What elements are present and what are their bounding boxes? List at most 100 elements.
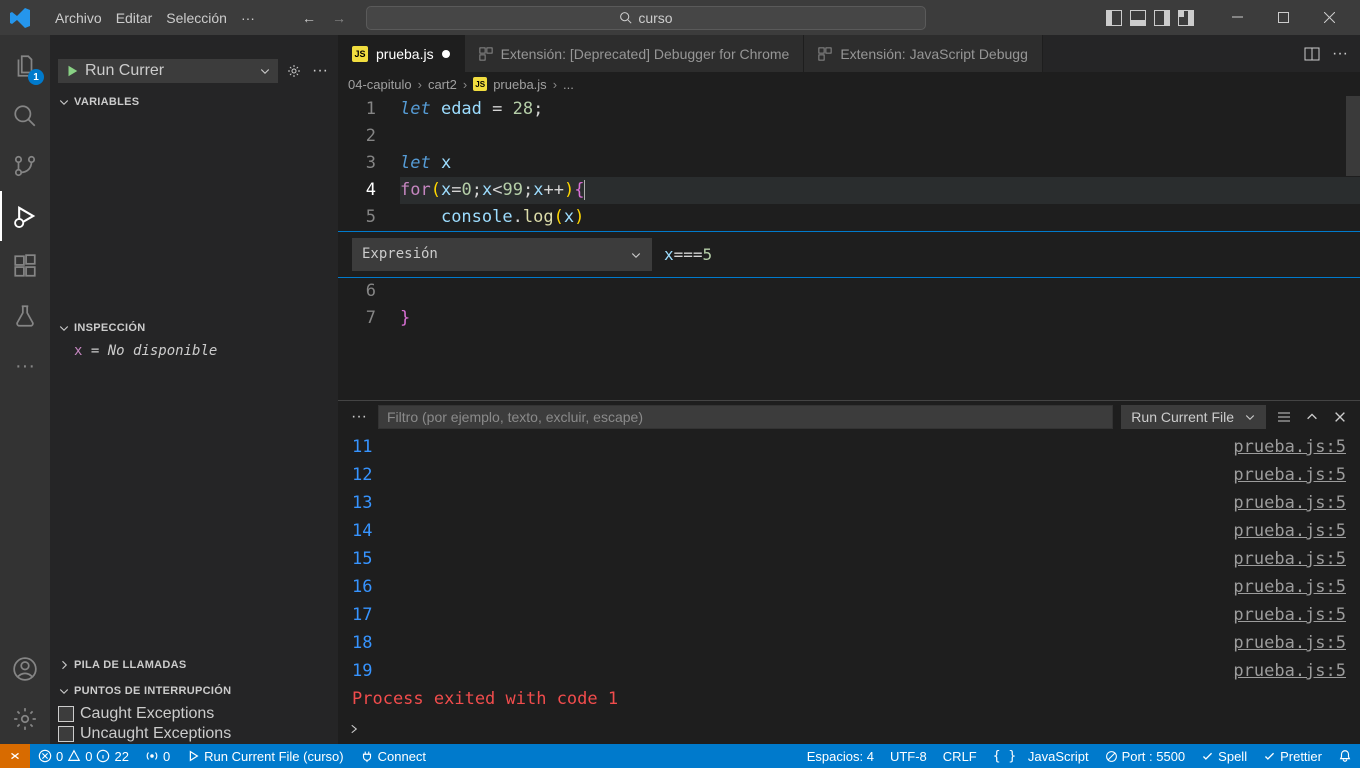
breakpoint-uncaught[interactable]: Uncaught Exceptions: [50, 724, 338, 744]
console-exit-message: Process exited with code 1: [338, 685, 1360, 713]
window-minimize-icon[interactable]: [1214, 0, 1260, 35]
section-callstack[interactable]: PILA DE LLAMADAS: [50, 652, 338, 678]
source-link[interactable]: prueba.js:5: [1233, 465, 1346, 485]
activity-account[interactable]: [0, 644, 50, 694]
source-link[interactable]: prueba.js:5: [1233, 493, 1346, 513]
debug-sidebar: Run Currer ··· VARIABLES INSPECCIÓN x = …: [50, 35, 338, 744]
vscode-logo-icon: [8, 6, 32, 30]
status-liveserver[interactable]: Port : 5500: [1097, 744, 1194, 768]
watch-expression[interactable]: x = No disponible: [74, 343, 338, 359]
info-icon: [96, 749, 110, 763]
section-variables[interactable]: VARIABLES: [50, 89, 338, 115]
breadcrumb-item[interactable]: cart2: [428, 77, 457, 92]
code-editor[interactable]: 1 2 3 4 5 let edad = 28; let x for(x=0;x…: [338, 96, 1360, 400]
activity-settings[interactable]: [0, 694, 50, 744]
chevron-right-icon: ›: [553, 77, 557, 92]
menu-edit[interactable]: Editar: [109, 10, 160, 26]
source-link[interactable]: prueba.js:5: [1233, 437, 1346, 457]
console-input[interactable]: [338, 714, 1360, 744]
chevron-right-icon: ›: [418, 77, 422, 92]
status-notifications[interactable]: [1330, 744, 1360, 768]
layout-left-icon[interactable]: [1106, 10, 1122, 26]
status-run-config[interactable]: Run Current File (curso): [178, 744, 351, 768]
status-language[interactable]: { } JavaScript: [985, 744, 1097, 768]
plug-icon: [360, 749, 374, 763]
activity-scm[interactable]: [0, 141, 50, 191]
menu-file[interactable]: Archivo: [48, 10, 109, 26]
chevron-right-icon: ›: [463, 77, 467, 92]
panel-views-icon[interactable]: ···: [348, 406, 370, 428]
menu-more-icon[interactable]: ···: [234, 10, 262, 26]
breadcrumb-item[interactable]: prueba.js: [493, 77, 546, 92]
activity-extensions[interactable]: [0, 241, 50, 291]
split-editor-icon[interactable]: [1302, 44, 1322, 64]
source-link[interactable]: prueba.js:5: [1233, 577, 1346, 597]
more-actions-icon[interactable]: ···: [310, 61, 330, 81]
nav-arrows: ← →: [298, 7, 350, 29]
source-link[interactable]: prueba.js:5: [1233, 549, 1346, 569]
activity-debug[interactable]: [0, 191, 50, 241]
breakpoint-caught-checkbox[interactable]: [58, 706, 74, 722]
status-prettier[interactable]: Prettier: [1255, 744, 1330, 768]
status-encoding[interactable]: UTF-8: [882, 744, 935, 768]
source-link[interactable]: prueba.js:5: [1233, 605, 1346, 625]
variables-body: [50, 115, 338, 315]
command-search[interactable]: curso: [366, 6, 926, 30]
status-ports[interactable]: 0: [137, 744, 178, 768]
breadcrumbs[interactable]: 04-capitulo › cart2 › JS prueba.js › ...: [338, 72, 1360, 96]
source-link[interactable]: prueba.js:5: [1233, 633, 1346, 653]
source-link[interactable]: prueba.js:5: [1233, 661, 1346, 681]
menu-selection[interactable]: Selección: [159, 10, 234, 26]
section-breakpoints[interactable]: PUNTOS DE INTERRUPCIÓN: [50, 678, 338, 704]
tab-label: prueba.js: [376, 46, 434, 62]
activity-search[interactable]: [0, 91, 50, 141]
close-panel-icon[interactable]: [1330, 407, 1350, 427]
collapse-icon[interactable]: [1302, 407, 1322, 427]
run-config-select[interactable]: Run Currer: [58, 59, 278, 83]
tab-js-debugger[interactable]: Extensión: JavaScript Debugg: [804, 35, 1043, 72]
tabs: JS prueba.js Extensión: [Deprecated] Deb…: [338, 35, 1360, 72]
tab-debugger-chrome[interactable]: Extensión: [Deprecated] Debugger for Chr…: [465, 35, 805, 72]
panel-session-select[interactable]: Run Current File: [1121, 405, 1266, 429]
layout-right-icon[interactable]: [1154, 10, 1170, 26]
console-row: 15prueba.js:5: [338, 545, 1360, 573]
tab-prueba-js[interactable]: JS prueba.js: [338, 35, 465, 72]
status-connect[interactable]: Connect: [352, 744, 434, 768]
status-eol[interactable]: CRLF: [935, 744, 985, 768]
clear-console-icon[interactable]: [1274, 407, 1294, 427]
window-close-icon[interactable]: [1306, 0, 1352, 35]
window-maximize-icon[interactable]: [1260, 0, 1306, 35]
layout-custom-icon[interactable]: [1178, 10, 1194, 26]
broadcast-icon: [145, 749, 159, 763]
branch-icon: [12, 153, 38, 179]
breakpoint-condition-widget[interactable]: Expresión x===5: [338, 231, 1360, 278]
breadcrumb-item[interactable]: ...: [563, 77, 574, 92]
breakpoint-caught[interactable]: Caught Exceptions: [50, 704, 338, 724]
panel-filter-input[interactable]: Filtro (por ejemplo, texto, excluir, esc…: [378, 405, 1113, 429]
section-watch[interactable]: INSPECCIÓN: [50, 315, 338, 341]
source-link[interactable]: prueba.js:5: [1233, 521, 1346, 541]
status-problems[interactable]: 0 0 22: [30, 744, 137, 768]
console-output[interactable]: 11prueba.js:5 12prueba.js:5 13prueba.js:…: [338, 433, 1360, 714]
status-bar: 0 0 22 0 Run Current File (curso) Connec…: [0, 744, 1360, 768]
activity-explorer[interactable]: 1: [0, 41, 50, 91]
nav-back-icon[interactable]: ←: [298, 7, 320, 29]
breakpoint-uncaught-checkbox[interactable]: [58, 726, 74, 742]
breakpoint-type-select[interactable]: Expresión: [352, 238, 652, 271]
activity-testing[interactable]: [0, 291, 50, 341]
nav-forward-icon[interactable]: →: [328, 7, 350, 29]
breakpoint-condition-input[interactable]: x===5: [664, 241, 712, 268]
more-icon[interactable]: ···: [1330, 44, 1350, 64]
layout-bottom-icon[interactable]: [1130, 10, 1146, 26]
status-indent[interactable]: Espacios: 4: [799, 744, 882, 768]
activity-overflow[interactable]: ···: [0, 341, 50, 391]
console-row: 11prueba.js:5: [338, 433, 1360, 461]
configure-icon[interactable]: [284, 61, 304, 81]
status-spell[interactable]: Spell: [1193, 744, 1255, 768]
remote-indicator[interactable]: [0, 744, 30, 768]
search-icon: [619, 11, 632, 24]
chevron-down-icon: [58, 322, 70, 334]
code-column[interactable]: let edad = 28; let x for(x=0;x<99;x++){ …: [400, 96, 1360, 231]
gear-icon: [12, 706, 38, 732]
breadcrumb-item[interactable]: 04-capitulo: [348, 77, 412, 92]
